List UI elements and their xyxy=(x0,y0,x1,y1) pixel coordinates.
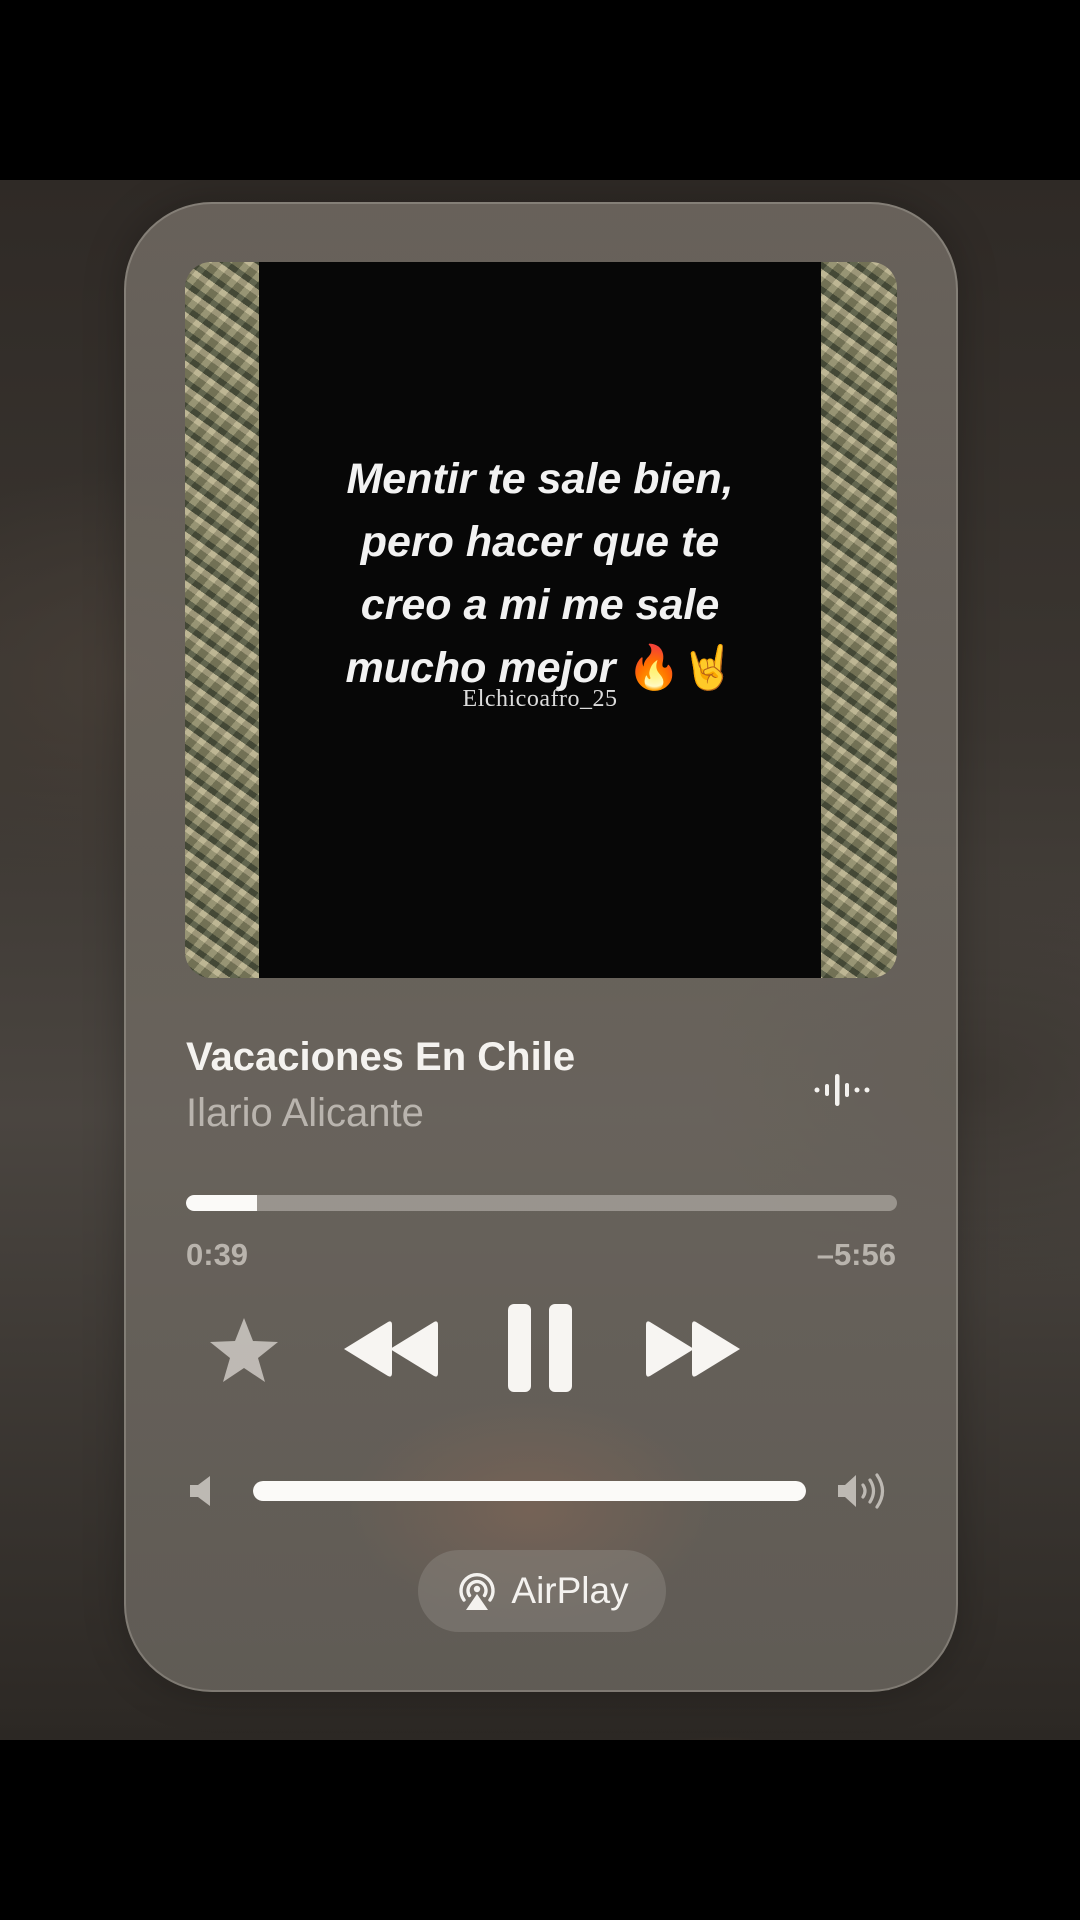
quote-line: Mentir te sale bien, xyxy=(346,455,734,503)
artwork-quote: Mentir te sale bien, pero hacer que te c… xyxy=(305,448,775,700)
quote-line-text: mucho mejor xyxy=(345,644,616,692)
waveform-icon[interactable] xyxy=(812,1072,876,1108)
quote-line: pero hacer que te xyxy=(360,518,720,566)
speaker-low-icon xyxy=(188,1474,218,1508)
track-artist[interactable]: Ilario Alicante xyxy=(186,1091,424,1136)
rock-hand-emoji: 🤘 xyxy=(680,644,735,692)
pause-icon[interactable] xyxy=(504,1302,576,1394)
time-remaining: –5:56 xyxy=(816,1237,896,1272)
progress-scrubber[interactable] xyxy=(186,1195,897,1211)
volume-slider[interactable] xyxy=(253,1481,806,1501)
fast-forward-icon[interactable] xyxy=(642,1318,744,1380)
volume-fill xyxy=(253,1481,806,1501)
progress-fill xyxy=(186,1195,258,1211)
airplay-label: AirPlay xyxy=(511,1570,629,1611)
fire-emoji: 🔥 xyxy=(627,644,681,692)
artwork-quote-panel: Mentir te sale bien, pero hacer que te c… xyxy=(259,262,821,978)
rewind-icon[interactable] xyxy=(340,1318,442,1380)
time-elapsed: 0:39 xyxy=(186,1237,249,1272)
artwork-signature: Elchicoafro_25 xyxy=(462,686,618,712)
quote-line: creo a mi me sale xyxy=(360,581,720,629)
track-title[interactable]: Vacaciones En Chile xyxy=(186,1035,575,1080)
airplay-icon xyxy=(459,1572,496,1610)
star-icon[interactable] xyxy=(206,1312,282,1388)
album-artwork: Mentir te sale bien, pero hacer que te c… xyxy=(185,262,897,978)
speaker-high-icon xyxy=(836,1472,894,1510)
airplay-button[interactable]: AirPlay xyxy=(418,1550,666,1632)
